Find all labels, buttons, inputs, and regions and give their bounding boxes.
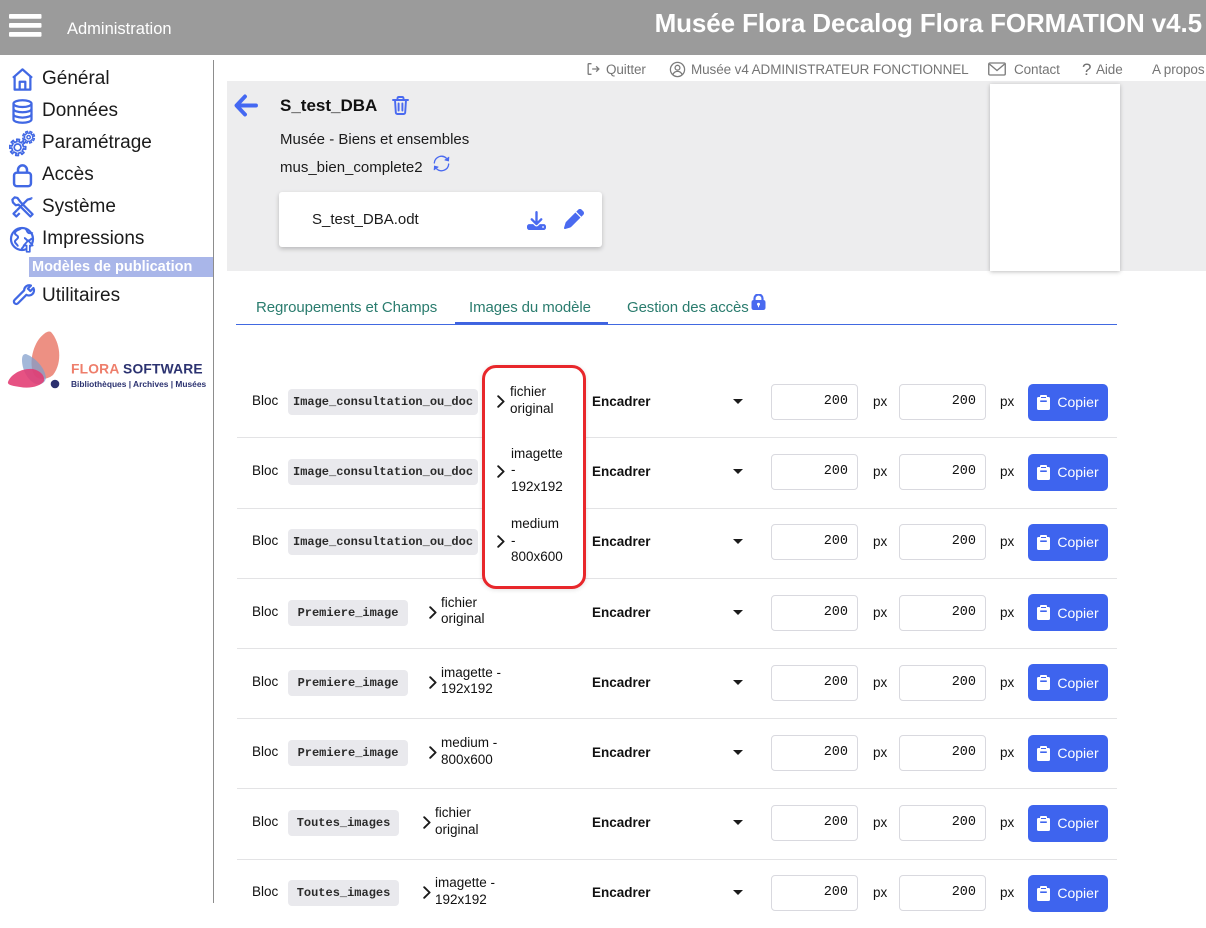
svg-text:FLORA SOFTWARE: FLORA SOFTWARE (71, 362, 203, 377)
svg-text:Bibliothèques | Archives | Mus: Bibliothèques | Archives | Musées (71, 379, 206, 389)
